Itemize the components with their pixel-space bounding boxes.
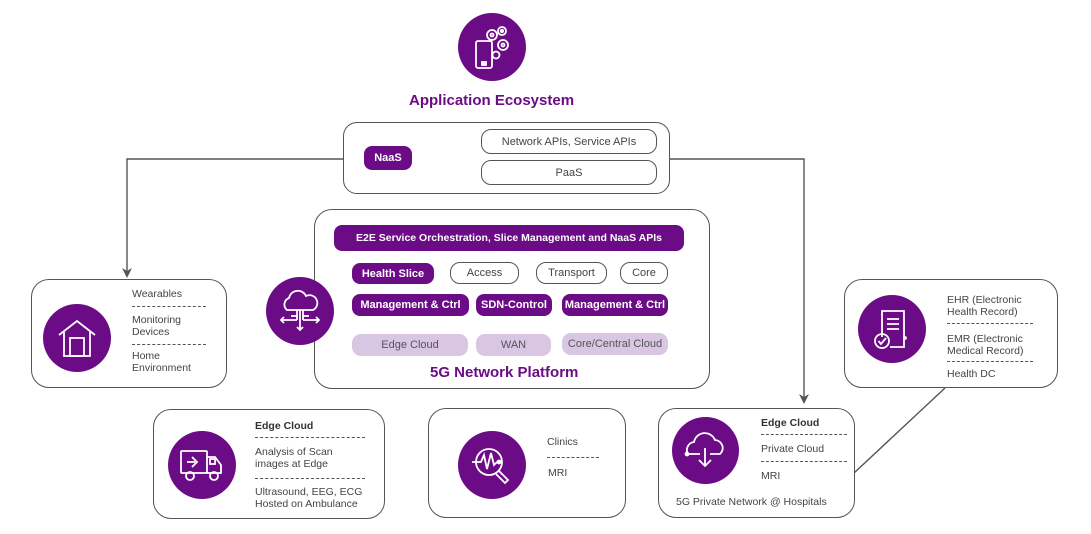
cloud-download-icon (672, 417, 739, 484)
mobile-gears-icon (458, 13, 526, 81)
divider (761, 434, 847, 435)
app-ecosystem-title: Application Ecosystem (409, 92, 575, 109)
management-ctrl-right-pill[interactable]: Management & Ctrl (562, 294, 668, 316)
home-item-environment: Home Environment (132, 350, 191, 374)
connector-records-to-hospital (853, 387, 946, 474)
home-item-monitoring: Monitoring Devices (132, 314, 182, 338)
edge-cloud-pill[interactable]: Edge Cloud (352, 334, 468, 356)
record-item-health-dc: Health DC (947, 368, 996, 380)
divider (761, 461, 847, 462)
paas-item[interactable]: PaaS (481, 160, 657, 185)
transport-pill[interactable]: Transport (536, 262, 607, 284)
core-central-cloud-pill[interactable]: Core/Central Cloud (562, 333, 668, 355)
divider (947, 361, 1033, 362)
hospital-heading: Edge Cloud (761, 417, 820, 429)
hospital-item-mri: MRI (761, 470, 781, 482)
ambulance-truck-icon (168, 431, 236, 499)
core-pill[interactable]: Core (620, 262, 668, 284)
connector-naas-to-home (122, 158, 343, 278)
clinics-item-mri: MRI (548, 467, 568, 479)
divider (132, 306, 206, 307)
home-icon (43, 304, 111, 372)
orchestration-bar[interactable]: E2E Service Orchestration, Slice Managem… (334, 225, 684, 251)
health-slice-pill[interactable]: Health Slice (352, 263, 434, 284)
hospital-caption: 5G Private Network @ Hospitals (676, 496, 827, 508)
ambulance-item-analysis: Analysis of Scan images at Edge (255, 446, 333, 470)
ambulance-heading: Edge Cloud (255, 420, 314, 432)
divider (947, 323, 1033, 324)
medical-record-check-icon (858, 295, 926, 363)
divider (547, 457, 599, 458)
divider (132, 344, 206, 345)
management-ctrl-left-pill[interactable]: Management & Ctrl (352, 294, 469, 316)
diagnostic-search-icon (458, 431, 526, 499)
record-item-emr: EMR (Electronic Medical Record) (947, 333, 1024, 357)
network-platform-title: 5G Network Platform (430, 364, 579, 381)
clinics-item-clinics: Clinics (547, 436, 578, 448)
divider (255, 478, 365, 479)
sdn-control-pill[interactable]: SDN-Control (476, 294, 552, 316)
wan-pill[interactable]: WAN (476, 334, 551, 356)
divider (255, 437, 365, 438)
cloud-network-icon (266, 277, 334, 345)
access-pill[interactable]: Access (450, 262, 519, 284)
network-apis-item[interactable]: Network APIs, Service APIs (481, 129, 657, 154)
naas-button[interactable]: NaaS (364, 146, 412, 170)
hospital-item-private-cloud: Private Cloud (761, 443, 825, 455)
record-item-ehr: EHR (Electronic Health Record) (947, 294, 1022, 318)
home-item-wearables: Wearables (132, 288, 182, 300)
ambulance-item-hosted: Ultrasound, EEG, ECG Hosted on Ambulance (255, 486, 363, 510)
